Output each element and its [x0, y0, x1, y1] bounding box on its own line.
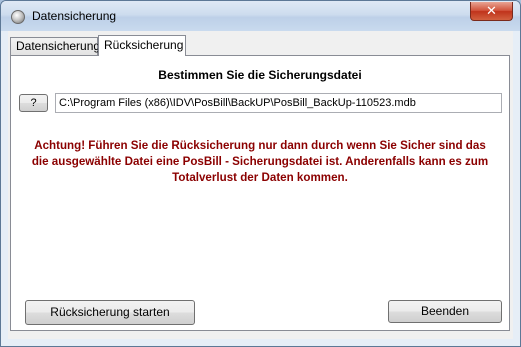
- restore-warning-message: Achtung! Führen Sie die Rücksicherung nu…: [23, 138, 497, 186]
- backup-dialog-window: Datensicherung ✕ Datensicherung Rücksich…: [0, 0, 521, 347]
- tab-ruecksicherung[interactable]: Rücksicherung: [98, 35, 186, 56]
- backup-file-path-field[interactable]: C:\Program Files (x86)\IDV\PosBill\BackU…: [55, 93, 502, 113]
- restore-tab-panel: Bestimmen Sie die Sicherungsdatei ? C:\P…: [10, 55, 510, 331]
- start-restore-button[interactable]: Rücksicherung starten: [25, 300, 195, 325]
- title-bar[interactable]: Datensicherung ✕: [1, 1, 520, 31]
- warning-line: die ausgewählte Datei eine PosBill - Sic…: [31, 155, 489, 168]
- exit-button[interactable]: Beenden: [388, 300, 502, 323]
- window-title: Datensicherung: [32, 9, 117, 23]
- browse-file-button[interactable]: ?: [19, 94, 48, 112]
- dialog-client-area: Datensicherung Rücksicherung Bestimmen S…: [8, 31, 513, 339]
- select-backup-file-heading: Bestimmen Sie die Sicherungsdatei: [158, 68, 362, 82]
- warning-line: Achtung! Führen Sie die Rücksicherung nu…: [34, 139, 486, 152]
- warning-line: Totalverlust der Daten kommen.: [172, 171, 348, 184]
- close-button[interactable]: ✕: [470, 2, 513, 21]
- app-disc-icon: [11, 10, 25, 24]
- close-icon: ✕: [486, 3, 497, 19]
- tab-datensicherung[interactable]: Datensicherung: [10, 37, 100, 55]
